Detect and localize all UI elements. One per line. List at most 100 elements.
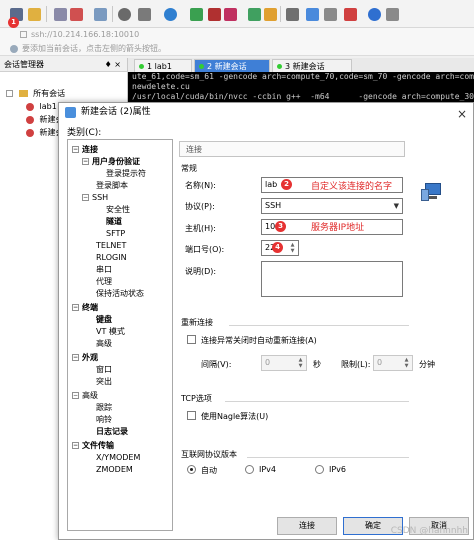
node-label: 串口 — [96, 265, 112, 274]
tree-node-keepalive[interactable]: 保持活动状态 — [96, 288, 144, 300]
tree-node-logging[interactable]: 日志记录 — [96, 426, 128, 438]
tree-node-connection[interactable]: − 连接 — [72, 144, 98, 156]
reconnect-checkbox[interactable] — [187, 335, 196, 344]
collapse-icon[interactable]: − — [72, 146, 79, 153]
tree-node-login-prompt[interactable]: 登录提示符 — [106, 168, 146, 180]
tree-node-window[interactable]: 窗口 — [96, 364, 112, 376]
tree-node-ssh[interactable]: − SSH — [82, 192, 108, 204]
tree-node-telnet[interactable]: TELNET — [96, 240, 126, 252]
disconnect-icon[interactable] — [70, 8, 83, 21]
seconds-unit: 秒 — [313, 360, 321, 369]
link-icon[interactable] — [54, 8, 67, 21]
tools-icon[interactable] — [324, 8, 337, 21]
session-manager-header: 会话管理器 ♦ × — [0, 58, 127, 72]
tree-node-xymodem[interactable]: X/YMODEM — [96, 452, 140, 464]
tree-node-auth[interactable]: − 用户身份验证 — [82, 156, 140, 168]
category-tree[interactable]: − 连接 − 用户身份验证 登录提示符 登录脚本 − SSH 安全性 隧道 SFTP … — [67, 139, 173, 531]
limit-value: 0 — [377, 358, 383, 367]
tree-node-zmodem[interactable]: ZMODEM — [96, 464, 133, 476]
panel-pin-close[interactable]: ♦ × — [105, 58, 121, 72]
tab-label: 3 新建会话 — [285, 62, 325, 71]
properties-icon[interactable] — [190, 8, 203, 21]
tab-lab1[interactable]: 1 lab1 — [134, 59, 192, 72]
port-label: 端口号(O): — [185, 245, 225, 254]
interval-stepper[interactable]: 0 ▲ ▼ — [261, 355, 307, 371]
limit-label: 限制(L): — [341, 360, 371, 369]
interval-value: 0 — [265, 358, 271, 367]
lock-icon[interactable] — [264, 8, 277, 21]
collapse-icon[interactable]: − — [82, 158, 89, 165]
collapse-icon[interactable]: − — [72, 442, 79, 449]
node-label: 键盘 — [96, 315, 112, 324]
tree-node-file-transfer[interactable]: − 文件传输 — [72, 440, 114, 452]
stepper-arrows-icon[interactable]: ▲ ▼ — [402, 357, 411, 369]
tab-new-session-2[interactable]: 2 新建会话 — [194, 59, 270, 72]
help-icon[interactable] — [368, 8, 381, 21]
stepper-arrows-icon[interactable]: ▲ ▼ — [296, 357, 305, 369]
keyboard-icon[interactable] — [208, 8, 221, 21]
ipv6-radio[interactable] — [315, 465, 324, 474]
node-label: 高级 — [96, 339, 112, 348]
tree-node-security[interactable]: 安全性 — [106, 204, 130, 216]
name-value: lab — [265, 180, 278, 189]
toolbar — [0, 0, 474, 28]
protocol-select[interactable]: SSH ▼ — [261, 198, 403, 214]
node-label: 文件传输 — [82, 441, 114, 450]
close-icon[interactable]: × — [457, 105, 467, 123]
tree-node-keyboard[interactable]: 键盘 — [96, 314, 112, 326]
tree-node-terminal[interactable]: − 终端 — [72, 302, 98, 314]
search-icon[interactable] — [118, 8, 131, 21]
tree-node-bell[interactable]: 响铃 — [96, 414, 112, 426]
nagle-checkbox[interactable] — [187, 411, 196, 420]
address-bar[interactable]: ssh://10.214.166.18:10010 — [0, 28, 474, 42]
tab-new-session-3[interactable]: 3 新建会话 — [272, 59, 352, 72]
node-label: 登录提示符 — [106, 169, 146, 178]
script-icon[interactable] — [286, 8, 299, 21]
connect-button[interactable]: 连接 — [277, 517, 337, 535]
tree-node-advanced[interactable]: − 高级 — [72, 390, 98, 402]
ip-auto-radio[interactable] — [187, 465, 196, 474]
node-label: 响铃 — [96, 415, 112, 424]
limit-stepper[interactable]: 0 ▲ ▼ — [373, 355, 413, 371]
node-label: 保持活动状态 — [96, 289, 144, 298]
tree-node-login-script[interactable]: 登录脚本 — [96, 180, 128, 192]
copy-icon[interactable] — [94, 8, 107, 21]
tree-node-appearance[interactable]: − 外观 — [72, 352, 98, 364]
tree-node-rlogin[interactable]: RLOGIN — [96, 252, 127, 264]
tree-node-serial[interactable]: 串口 — [96, 264, 112, 276]
print-icon[interactable] — [138, 8, 151, 21]
protocol-value: SSH — [265, 201, 282, 210]
session-icon — [26, 128, 34, 137]
session-lab1[interactable]: lab1 — [26, 101, 57, 113]
description-textarea[interactable] — [261, 261, 403, 297]
tree-node-sftp[interactable]: SFTP — [106, 228, 125, 240]
collapse-icon[interactable]: − — [82, 194, 89, 201]
chat-icon[interactable] — [306, 8, 319, 21]
tree-node-proxy[interactable]: 代理 — [96, 276, 112, 288]
dialog-title-bar[interactable]: 新建会话 (2)属性 × — [59, 103, 473, 121]
fullscreen-icon[interactable] — [248, 8, 261, 21]
color-icon[interactable] — [224, 8, 237, 21]
transfer-icon[interactable] — [344, 8, 357, 21]
tree-node-trace[interactable]: 跟踪 — [96, 402, 112, 414]
settings-icon[interactable] — [386, 8, 399, 21]
stepper-arrows-icon[interactable]: ▲ ▼ — [288, 242, 297, 254]
host-label: 主机(H): — [185, 224, 216, 233]
collapse-icon[interactable]: − — [72, 392, 79, 399]
tree-node-highlight[interactable]: 突出 — [96, 376, 112, 388]
node-label: 窗口 — [96, 365, 112, 374]
protocol-label: 协议(P): — [185, 202, 215, 211]
tree-node-vt-mode[interactable]: VT 模式 — [96, 326, 125, 338]
open-folder-icon[interactable] — [28, 8, 41, 21]
session-all[interactable]: 所有会话 — [6, 88, 65, 100]
collapse-icon[interactable]: − — [72, 354, 79, 361]
node-label: 高级 — [82, 391, 98, 400]
tree-node-terminal-advanced[interactable]: 高级 — [96, 338, 112, 350]
expand-icon[interactable] — [6, 90, 13, 97]
globe-icon[interactable] — [164, 8, 177, 21]
tab-status-dot — [277, 64, 282, 69]
collapse-icon[interactable]: − — [72, 304, 79, 311]
ipv4-radio[interactable] — [245, 465, 254, 474]
toolbar-separator — [280, 6, 281, 22]
tree-node-tunnel[interactable]: 隧道 — [106, 216, 122, 228]
